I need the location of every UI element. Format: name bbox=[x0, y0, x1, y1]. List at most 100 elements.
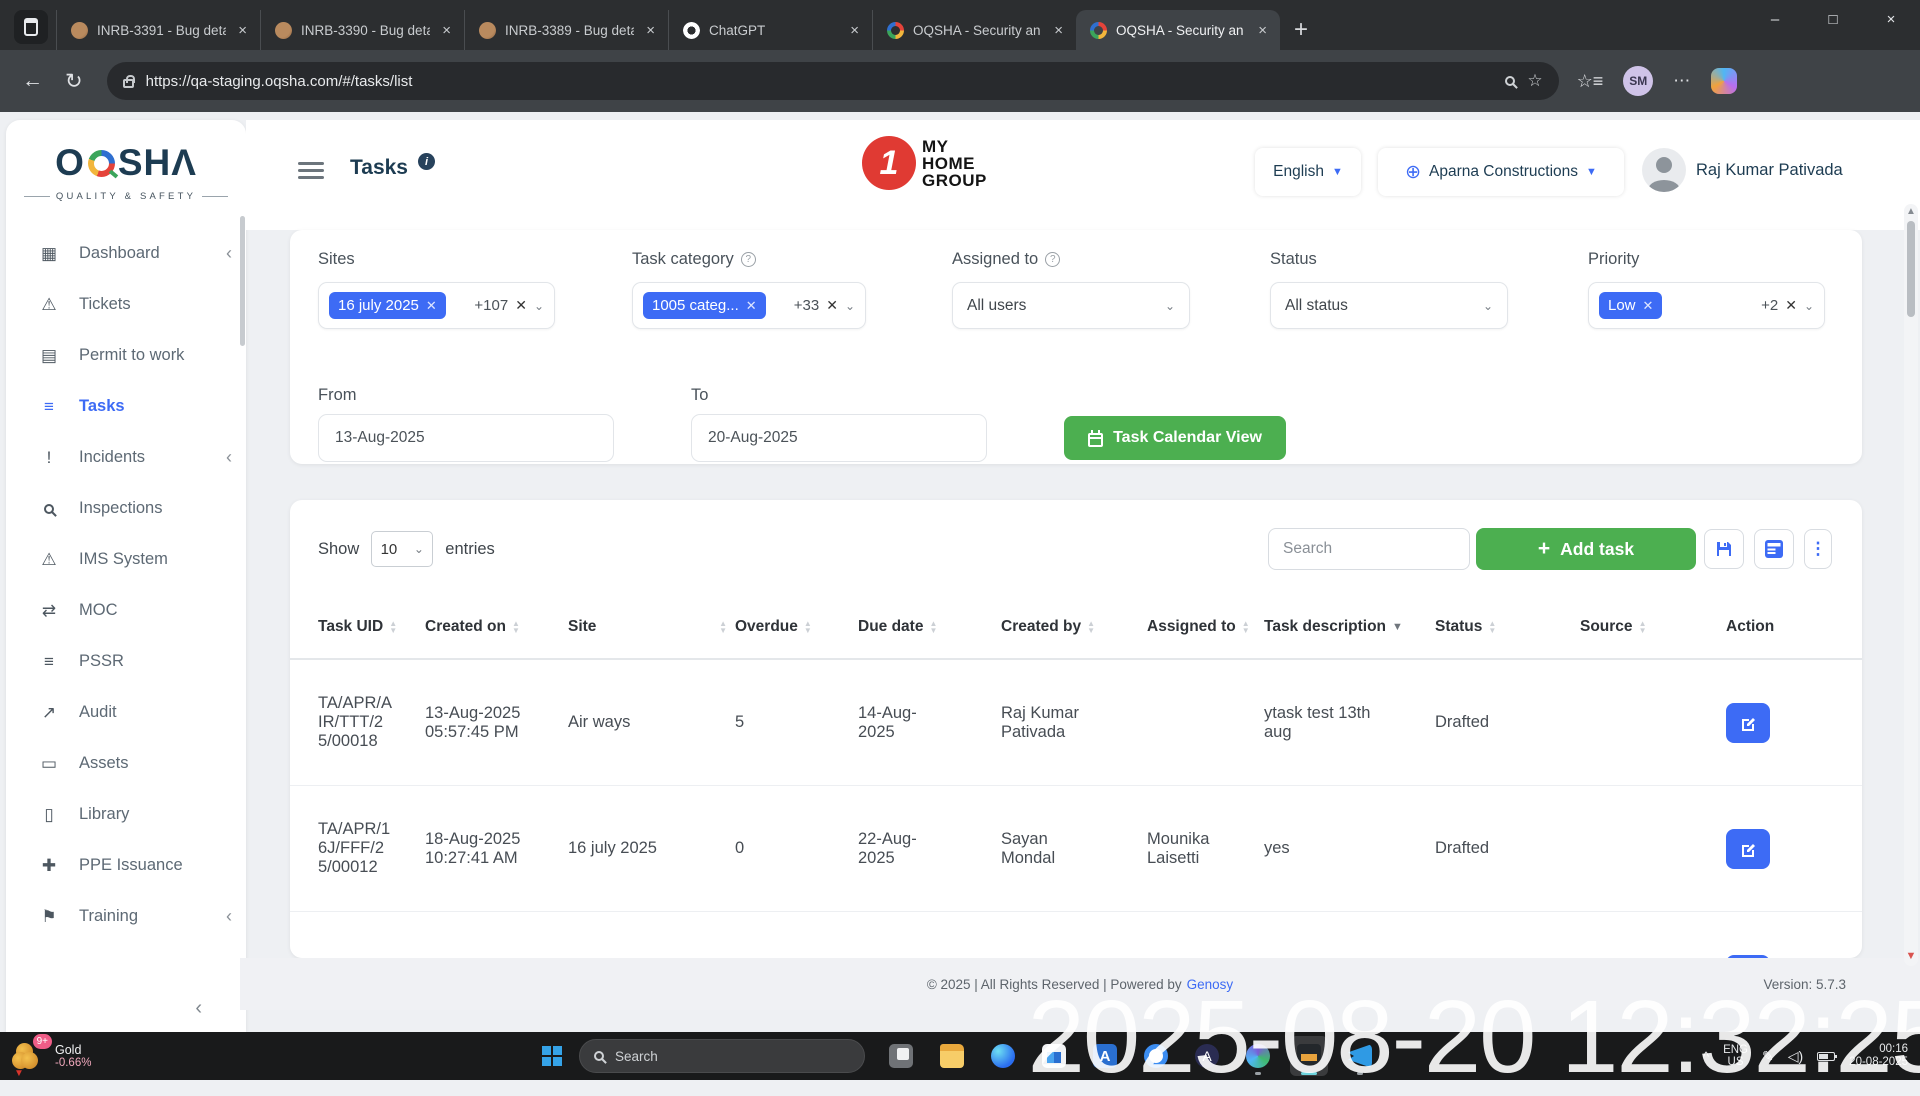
close-tab-icon[interactable]: × bbox=[439, 22, 454, 39]
priority-multiselect[interactable]: Low✕ +2 ✕ ⌄ bbox=[1588, 282, 1825, 329]
hamburger-menu-icon[interactable] bbox=[298, 158, 324, 183]
close-tab-icon[interactable]: × bbox=[1255, 22, 1270, 39]
task-category-multiselect[interactable]: 1005 categ...✕ +33 ✕ ⌄ bbox=[632, 282, 866, 329]
address-bar[interactable]: https://qa-staging.oqsha.com/#/tasks/lis… bbox=[107, 62, 1559, 100]
sidebar-item-pssr[interactable]: ≡ PSSR bbox=[6, 636, 246, 687]
column-header-created-on[interactable]: Created on▲▼ bbox=[425, 618, 568, 636]
column-header-overdue[interactable]: Overdue▲▼ bbox=[735, 618, 858, 636]
sort-icon[interactable]: ▲▼ bbox=[1488, 620, 1496, 634]
close-tab-icon[interactable]: × bbox=[1051, 22, 1066, 39]
taskbar-app-file-explorer[interactable] bbox=[933, 1036, 971, 1076]
from-date-input[interactable]: 13-Aug-2025 bbox=[318, 414, 614, 462]
clear-all-icon[interactable]: ✕ bbox=[1785, 297, 1797, 314]
column-header-assigned-to[interactable]: Assigned to▲▼ bbox=[1147, 618, 1264, 636]
help-icon[interactable]: ? bbox=[1045, 252, 1060, 267]
close-tab-icon[interactable]: × bbox=[643, 22, 658, 39]
taskbar-search[interactable]: Search bbox=[579, 1039, 865, 1073]
chevron-left-icon[interactable]: ‹ bbox=[226, 447, 232, 468]
sort-icon[interactable]: ▲▼ bbox=[1242, 620, 1250, 634]
column-header-task-uid[interactable]: Task UID▲▼ bbox=[318, 618, 425, 636]
to-date-input[interactable]: 20-Aug-2025 bbox=[691, 414, 987, 462]
sort-icon[interactable]: ▲▼ bbox=[512, 620, 520, 634]
minimize-button[interactable]: – bbox=[1746, 0, 1804, 38]
taskbar-app-circle[interactable] bbox=[1137, 1036, 1175, 1076]
browser-tab-oqsha-active[interactable]: OQSHA - Security an × bbox=[1076, 10, 1280, 50]
sidebar-item-audit[interactable]: ↗ Audit bbox=[6, 687, 246, 738]
sidebar-item-assets[interactable]: ▭ Assets bbox=[6, 738, 246, 789]
browser-tab-3[interactable]: INRB-3389 - Bug deta × bbox=[464, 10, 668, 50]
start-button[interactable] bbox=[542, 1046, 562, 1066]
edit-task-button[interactable] bbox=[1726, 829, 1770, 869]
taskbar-clock[interactable]: 00:16 20-08-2025 bbox=[1849, 1043, 1908, 1069]
sort-icon[interactable]: ▲▼ bbox=[719, 620, 727, 634]
column-header-source[interactable]: Source▲▼ bbox=[1580, 618, 1726, 636]
sort-desc-icon[interactable]: ▼ bbox=[1392, 621, 1403, 633]
sort-icon[interactable]: ▲▼ bbox=[1087, 620, 1095, 634]
status-select[interactable]: All status ⌄ bbox=[1270, 282, 1508, 329]
sidebar-item-ppe-issuance[interactable]: ✚ PPE Issuance bbox=[6, 840, 246, 891]
sidebar-item-inspections[interactable]: Inspections bbox=[6, 483, 246, 534]
sidebar-item-permit-to-work[interactable]: ▤ Permit to work bbox=[6, 330, 246, 381]
reading-list-icon[interactable]: ☆≡ bbox=[1577, 71, 1604, 92]
taskbar-app-store[interactable] bbox=[1035, 1036, 1073, 1076]
clear-all-icon[interactable]: ✕ bbox=[826, 297, 838, 314]
user-menu[interactable]: Raj Kumar Pativada bbox=[1642, 148, 1843, 192]
column-view-button[interactable] bbox=[1754, 529, 1794, 569]
sites-multiselect[interactable]: 16 july 2025✕ +107 ✕ ⌄ bbox=[318, 282, 555, 329]
column-header-status[interactable]: Status▲▼ bbox=[1435, 618, 1580, 636]
browser-menu-icon[interactable]: ⋯ bbox=[1673, 71, 1691, 91]
browser-tab-oqsha-1[interactable]: OQSHA - Security an × bbox=[872, 10, 1076, 50]
info-icon[interactable]: i bbox=[418, 153, 435, 170]
page-scrollbar[interactable]: ▲ ▼ bbox=[1904, 204, 1918, 966]
browser-tab-chatgpt[interactable]: ChatGPT × bbox=[668, 10, 872, 50]
site-chip[interactable]: 16 july 2025✕ bbox=[329, 292, 446, 319]
browser-logo-icon[interactable] bbox=[14, 10, 48, 44]
volume-icon[interactable]: ◁) bbox=[1788, 1048, 1803, 1065]
assigned-to-select[interactable]: All users ⌄ bbox=[952, 282, 1190, 329]
new-tab-button[interactable]: + bbox=[1294, 20, 1308, 40]
more-options-button[interactable]: ⋮ bbox=[1804, 529, 1832, 569]
taskbar-app-vscode[interactable] bbox=[1341, 1036, 1379, 1076]
export-save-button[interactable] bbox=[1704, 529, 1744, 569]
priority-chip[interactable]: Low✕ bbox=[1599, 292, 1662, 319]
column-header-site[interactable]: Site▲▼ bbox=[568, 618, 735, 636]
browser-tab-2[interactable]: INRB-3390 - Bug deta × bbox=[260, 10, 464, 50]
powered-by-brand[interactable]: Genosy bbox=[1187, 977, 1234, 992]
category-chip[interactable]: 1005 categ...✕ bbox=[643, 292, 766, 319]
chevron-left-icon[interactable]: ‹ bbox=[226, 906, 232, 927]
back-icon[interactable]: ← bbox=[22, 69, 43, 93]
sidebar-item-dashboard[interactable]: ▦ Dashboard ‹ bbox=[6, 228, 246, 279]
close-tab-icon[interactable]: × bbox=[847, 22, 862, 39]
sidebar-collapse-icon[interactable]: ‹ bbox=[195, 997, 202, 1020]
task-calendar-view-button[interactable]: Task Calendar View bbox=[1064, 416, 1286, 460]
battery-icon[interactable] bbox=[1817, 1052, 1835, 1061]
browser-profile-avatar[interactable]: SM bbox=[1623, 66, 1653, 96]
remove-chip-icon[interactable]: ✕ bbox=[426, 298, 437, 314]
language-selector[interactable]: English ▼ bbox=[1255, 148, 1361, 196]
taskbar-app-task-view[interactable] bbox=[882, 1036, 920, 1076]
remove-chip-icon[interactable]: ✕ bbox=[746, 298, 757, 314]
pen-input-icon[interactable]: ✎ bbox=[1762, 1048, 1774, 1065]
close-window-button[interactable]: × bbox=[1862, 0, 1920, 38]
taskbar-app-dark-a[interactable]: A bbox=[1188, 1036, 1226, 1076]
table-search-input[interactable] bbox=[1268, 528, 1470, 570]
company-selector[interactable]: ⊕ Aparna Constructions ▼ bbox=[1378, 148, 1624, 196]
taskbar-app-blue-a[interactable]: A bbox=[1086, 1036, 1124, 1076]
sort-icon[interactable]: ▲▼ bbox=[929, 620, 937, 634]
column-header-task-description[interactable]: Task description▼ bbox=[1264, 618, 1435, 636]
sidebar-item-moc[interactable]: ⇄ MOC bbox=[6, 585, 246, 636]
sidebar-scrollbar[interactable] bbox=[240, 216, 245, 346]
sidebar-item-library[interactable]: ▯ Library bbox=[6, 789, 246, 840]
close-tab-icon[interactable]: × bbox=[235, 22, 250, 39]
column-header-due-date[interactable]: Due date▲▼ bbox=[858, 618, 1001, 636]
taskbar-app-active-browser[interactable] bbox=[1290, 1036, 1328, 1076]
sidebar-item-tasks[interactable]: ≡ Tasks bbox=[6, 381, 246, 432]
scrollbar-thumb[interactable] bbox=[1907, 221, 1915, 317]
sort-icon[interactable]: ▲▼ bbox=[389, 620, 397, 634]
language-indicator[interactable]: ENG US bbox=[1723, 1044, 1748, 1068]
sort-icon[interactable]: ▲▼ bbox=[1639, 620, 1647, 634]
sidebar-item-incidents[interactable]: ! Incidents ‹ bbox=[6, 432, 246, 483]
scroll-up-icon[interactable]: ▲ bbox=[1906, 206, 1916, 217]
taskbar-app-flower[interactable] bbox=[1239, 1036, 1277, 1076]
url-text[interactable]: https://qa-staging.oqsha.com/#/tasks/lis… bbox=[146, 73, 1494, 90]
